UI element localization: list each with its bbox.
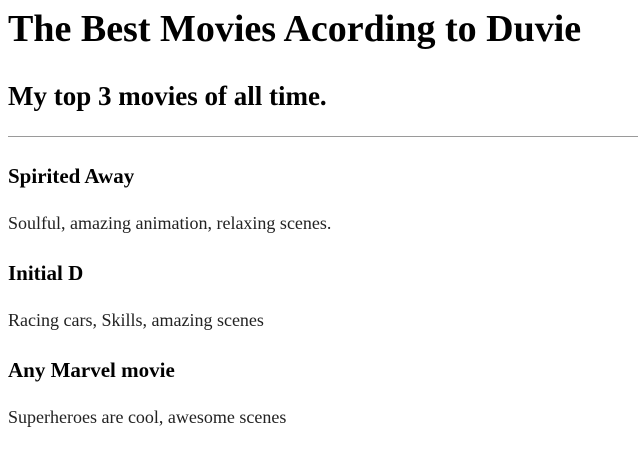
movie-title: Any Marvel movie <box>8 358 175 382</box>
movie-description: Soulful, amazing animation, relaxing sce… <box>8 213 332 233</box>
movie-description: Superheroes are cool, awesome scenes <box>8 407 287 427</box>
page-subtitle: My top 3 movies of all time. <box>8 81 327 111</box>
page-title: The Best Movies Acording to Duvie <box>8 8 582 50</box>
movie-title: Initial D <box>8 261 84 285</box>
horizontal-divider <box>8 136 638 137</box>
movie-title: Spirited Away <box>8 164 135 188</box>
movie-description: Racing cars, Skills, amazing scenes <box>8 310 264 330</box>
